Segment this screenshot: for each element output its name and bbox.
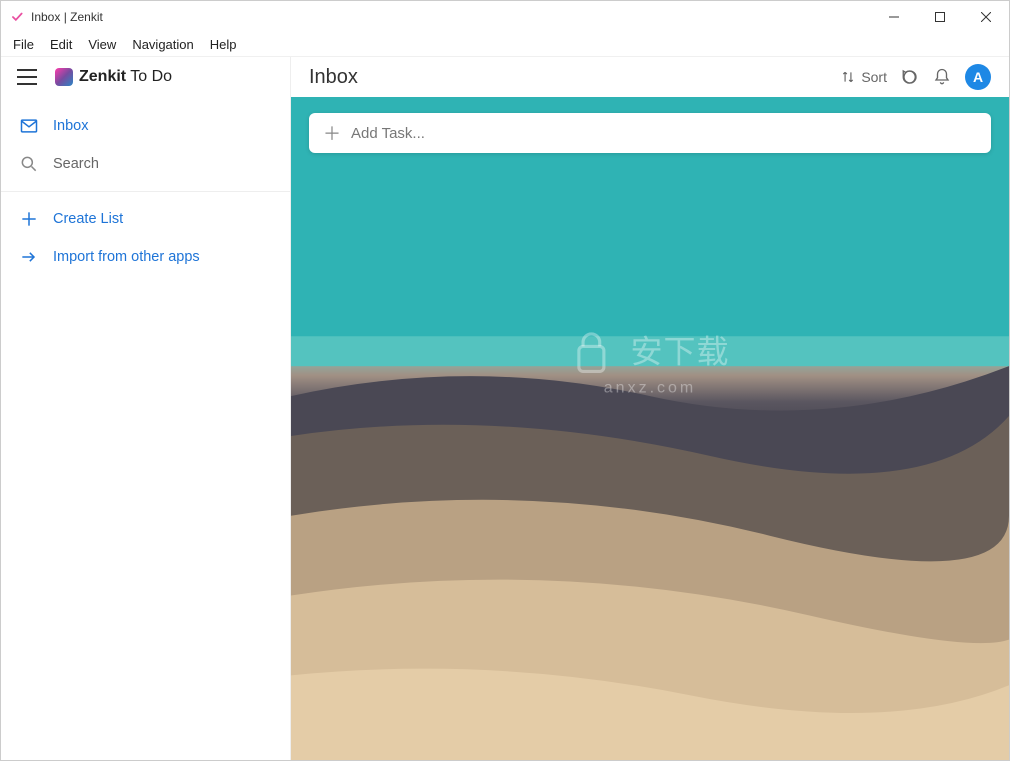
maximize-button[interactable]: [917, 1, 963, 33]
sort-button[interactable]: Sort: [841, 69, 887, 85]
menu-view[interactable]: View: [80, 35, 124, 54]
main-content: ＋ Add Task... 安下载 anxz.com: [291, 97, 1009, 760]
add-task-input[interactable]: ＋ Add Task...: [309, 113, 991, 153]
divider: [1, 191, 290, 192]
menu-bar: File Edit View Navigation Help: [1, 33, 1009, 57]
main-pane: Inbox Sort A: [291, 57, 1009, 760]
background-image: [291, 97, 1009, 760]
sort-label: Sort: [861, 69, 887, 85]
search-icon: [19, 154, 39, 174]
sidebar-item-label: Import from other apps: [53, 249, 200, 265]
comments-button[interactable]: [901, 68, 919, 86]
page-title: Inbox: [309, 66, 358, 89]
check-icon: [9, 9, 25, 25]
sidebar-item-create-list[interactable]: Create List: [1, 200, 290, 238]
avatar[interactable]: A: [965, 64, 991, 90]
main-header: Inbox Sort A: [291, 57, 1009, 97]
sidebar-item-label: Search: [53, 156, 99, 172]
arrow-right-icon: [19, 247, 39, 267]
hamburger-icon[interactable]: [17, 69, 37, 85]
minimize-button[interactable]: [871, 1, 917, 33]
plus-icon: ＋: [323, 120, 341, 146]
sidebar-item-import[interactable]: Import from other apps: [1, 238, 290, 276]
notifications-button[interactable]: [933, 68, 951, 86]
window-title: Inbox | Zenkit: [31, 10, 103, 24]
sidebar-nav: Inbox Search Create List Import from o: [1, 97, 290, 276]
window-controls: [871, 1, 1009, 33]
add-task-placeholder: Add Task...: [351, 125, 425, 142]
menu-edit[interactable]: Edit: [42, 35, 80, 54]
menu-help[interactable]: Help: [202, 35, 245, 54]
watermark: 安下载 anxz.com: [571, 327, 730, 398]
sidebar-item-search[interactable]: Search: [1, 145, 290, 183]
brand-text: Zenkit To Do: [79, 68, 172, 86]
brand-logo-icon: [55, 68, 73, 86]
mail-icon: [19, 116, 39, 136]
plus-icon: [19, 209, 39, 229]
menu-navigation[interactable]: Navigation: [124, 35, 201, 54]
sidebar: Zenkit To Do Inbox Search C: [1, 57, 291, 760]
sidebar-header: Zenkit To Do: [1, 57, 290, 97]
brand: Zenkit To Do: [55, 68, 172, 86]
sidebar-item-label: Inbox: [53, 118, 88, 134]
sidebar-item-inbox[interactable]: Inbox: [1, 107, 290, 145]
close-button[interactable]: [963, 1, 1009, 33]
title-bar: Inbox | Zenkit: [1, 1, 1009, 33]
menu-file[interactable]: File: [5, 35, 42, 54]
sidebar-item-label: Create List: [53, 211, 123, 227]
